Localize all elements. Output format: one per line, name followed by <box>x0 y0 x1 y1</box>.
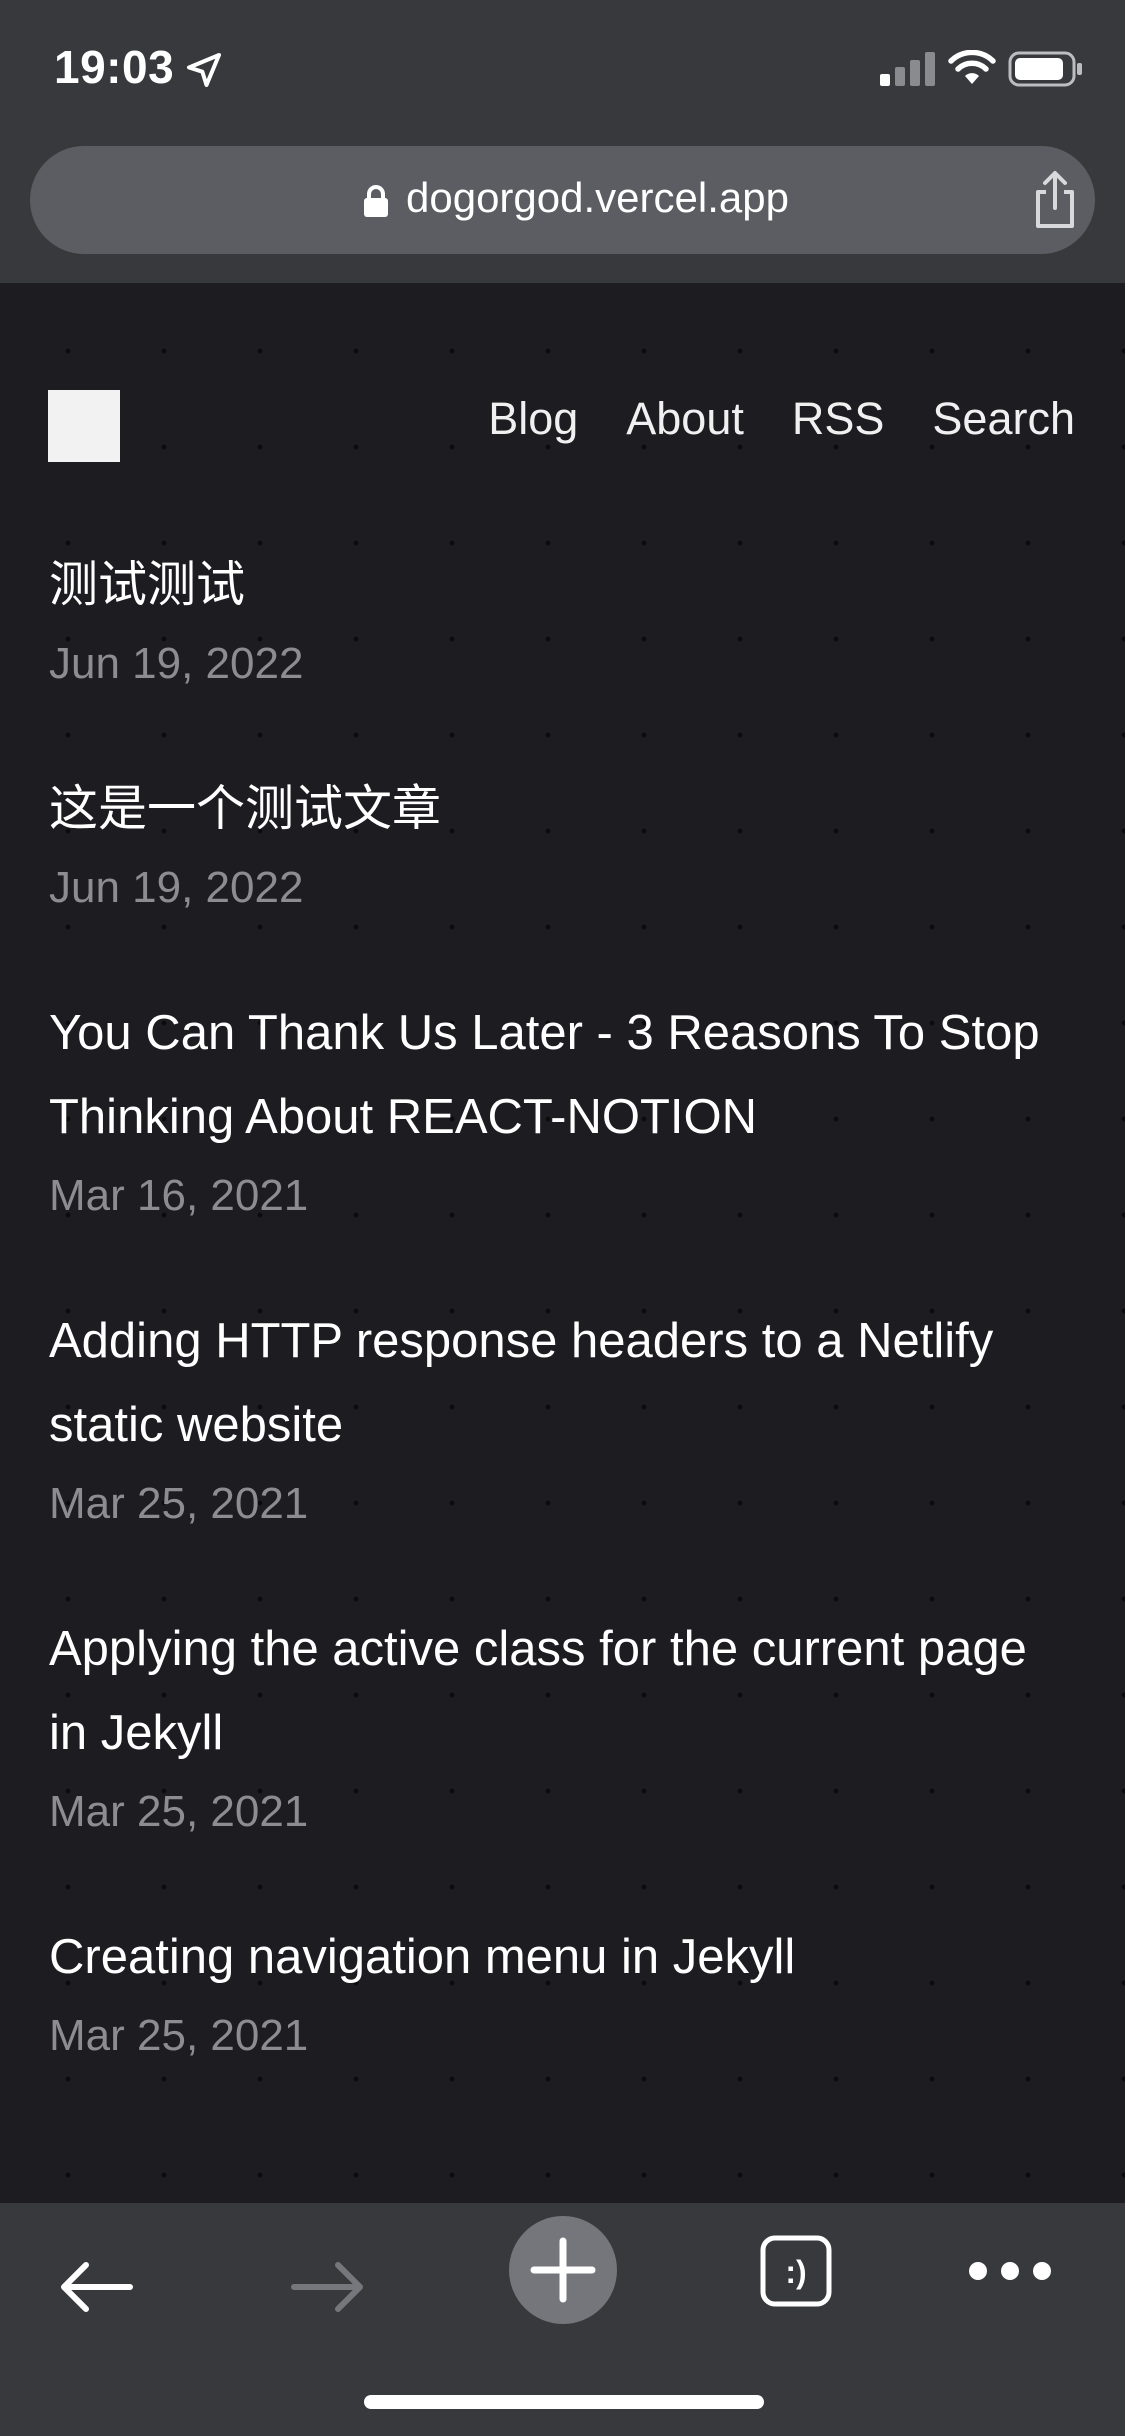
more-options-button[interactable] <box>960 2243 1060 2299</box>
plus-icon <box>530 2237 596 2303</box>
post-date: Mar 25, 2021 <box>49 2011 309 2060</box>
lock-icon <box>364 185 388 217</box>
nav-about[interactable]: About <box>626 393 744 445</box>
post-title[interactable]: Applying the active class for the curren… <box>49 1607 1059 1775</box>
post-date: Jun 19, 2022 <box>49 639 304 688</box>
cellular-signal-icon <box>880 52 935 86</box>
ellipsis-icon <box>969 2262 1051 2280</box>
tabs-button[interactable]: :) <box>758 2233 834 2309</box>
home-indicator[interactable] <box>364 2395 764 2409</box>
post-list: 测试测试 Jun 19, 2022 这是一个测试文章 Jun 19, 2022 … <box>49 543 1059 2139</box>
post-title[interactable]: 测试测试 <box>49 543 1059 627</box>
site-logo[interactable] <box>48 390 120 462</box>
status-bar: 19:03 <box>0 0 1125 137</box>
wifi-icon <box>948 50 996 84</box>
forward-button[interactable] <box>282 2241 374 2333</box>
back-arrow-icon <box>61 2262 133 2312</box>
status-time: 19:03 <box>54 41 175 93</box>
post-title[interactable]: 这是一个测试文章 <box>49 767 1059 851</box>
web-page: Blog About RSS Search 测试测试 Jun 19, 2022 … <box>0 283 1125 2203</box>
address-bar[interactable]: dogorgod.vercel.app <box>30 146 1095 254</box>
share-icon[interactable] <box>1028 170 1082 230</box>
post-date: Mar 25, 2021 <box>49 1787 309 1836</box>
post-title[interactable]: Creating navigation menu in Jekyll <box>49 1915 1059 1999</box>
forward-arrow-icon <box>291 2262 363 2312</box>
post-item: You Can Thank Us Later - 3 Reasons To St… <box>49 991 1059 1225</box>
back-button[interactable] <box>50 2241 142 2333</box>
post-item: Adding HTTP response headers to a Netlif… <box>49 1299 1059 1533</box>
post-title[interactable]: You Can Thank Us Later - 3 Reasons To St… <box>49 991 1059 1159</box>
post-item: Creating navigation menu in Jekyll Mar 2… <box>49 1915 1059 2065</box>
location-arrow-icon <box>187 53 221 87</box>
post-item: 测试测试 Jun 19, 2022 <box>49 543 1059 693</box>
url-text: dogorgod.vercel.app <box>406 174 789 221</box>
tabs-icon: :) <box>760 2235 832 2307</box>
post-date: Mar 16, 2021 <box>49 1171 309 1220</box>
tabs-label: :) <box>785 2254 806 2290</box>
browser-address-area: dogorgod.vercel.app <box>0 137 1125 284</box>
nav-search[interactable]: Search <box>932 393 1075 445</box>
nav-rss[interactable]: RSS <box>792 393 885 445</box>
post-date: Jun 19, 2022 <box>49 863 304 912</box>
site-nav: Blog About RSS Search <box>488 393 1075 445</box>
post-item: 这是一个测试文章 Jun 19, 2022 <box>49 767 1059 917</box>
nav-blog[interactable]: Blog <box>488 393 578 445</box>
post-item: Applying the active class for the curren… <box>49 1607 1059 1841</box>
new-tab-button[interactable] <box>509 2216 617 2324</box>
post-title[interactable]: Adding HTTP response headers to a Netlif… <box>49 1299 1059 1467</box>
battery-icon <box>1008 51 1082 87</box>
post-date: Mar 25, 2021 <box>49 1479 309 1528</box>
